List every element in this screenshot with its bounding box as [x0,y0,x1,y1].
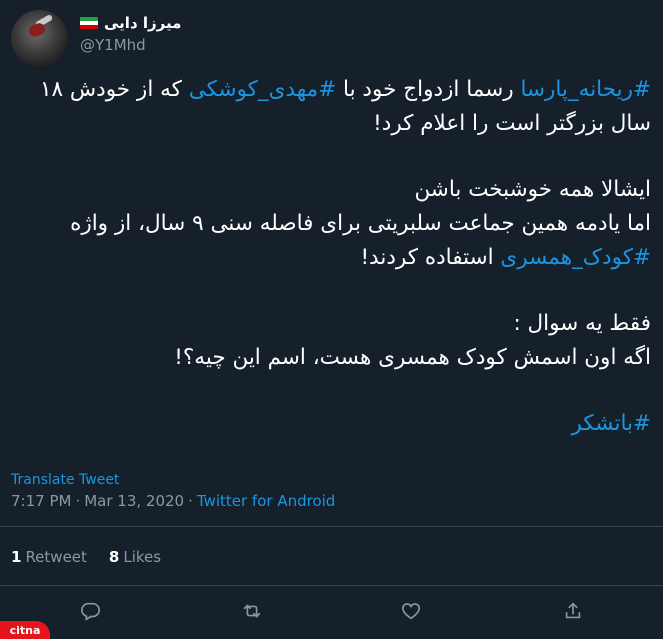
hashtag-link[interactable]: #کودک_همسری [500,245,651,270]
tweet-date[interactable]: Mar 13, 2020 [84,492,184,510]
retweet-icon[interactable] [239,598,265,624]
meta-separator: · [188,492,193,510]
tweet-paragraph-3: اما یادمه همین جماعت سلبریتی برای فاصله … [14,207,651,275]
tweet-paragraph-5: #باتشکر [14,407,651,441]
retweets-count: 1 [11,548,22,566]
hashtag-link[interactable]: #ریحانه_پارسا [520,77,651,102]
author-name-row: میرزا دایی [80,12,181,34]
likes-stat[interactable]: 8 Likes [109,548,161,566]
meta-separator: · [75,492,81,510]
tweet-text: #ریحانه_پارسا رسما ازدواج خود با #مهدی_ک… [14,73,651,441]
hashtag-link[interactable]: #باتشکر [572,411,651,436]
author-handle[interactable]: @Y1Mhd [80,36,146,54]
tweet-paragraph-4-line-2: اگه اون اسمش کودک همسری هست، اسم این چیه… [174,345,651,370]
likes-label: Likes [123,548,162,566]
tweet-text-span: رسما ازدواج خود با [336,77,521,102]
translate-tweet-link[interactable]: Translate Tweet [11,472,119,488]
tweet-text-span: اما یادمه همین جماعت سلبریتی برای فاصله … [70,211,651,236]
hashtag-link[interactable]: #مهدی_کوشکی [189,77,336,102]
avatar[interactable] [11,10,68,67]
retweets-label: Retweet [25,548,87,566]
divider [0,526,663,527]
watermark-logo: citna [0,621,50,639]
divider [0,585,663,586]
like-icon[interactable] [398,598,424,624]
tweet-paragraph-2: ایشالا همه خوشبخت باشن [414,177,651,202]
retweets-stat[interactable]: 1 Retweet [11,548,87,566]
tweet-paragraph-1: #ریحانه_پارسا رسما ازدواج خود با #مهدی_ک… [14,73,651,141]
author-display-name[interactable]: میرزا دایی [104,14,181,32]
tweet-actions [0,598,663,626]
tweet-source-link[interactable]: Twitter for Android [197,492,335,510]
tweet-text-span: استفاده کردند! [360,245,501,270]
tweet-time[interactable]: 7:17 PM [11,492,71,510]
share-icon[interactable] [560,598,586,624]
likes-count: 8 [108,548,120,566]
tweet-meta: 7:17 PM · Mar 13, 2020 · Twitter for And… [11,492,335,510]
tweet-paragraph-4-line-1: فقط یه سوال : [513,311,651,336]
iran-flag-icon [80,17,98,29]
reply-icon[interactable] [77,598,103,624]
tweet-stats: 1 Retweet 8 Likes [11,548,161,566]
